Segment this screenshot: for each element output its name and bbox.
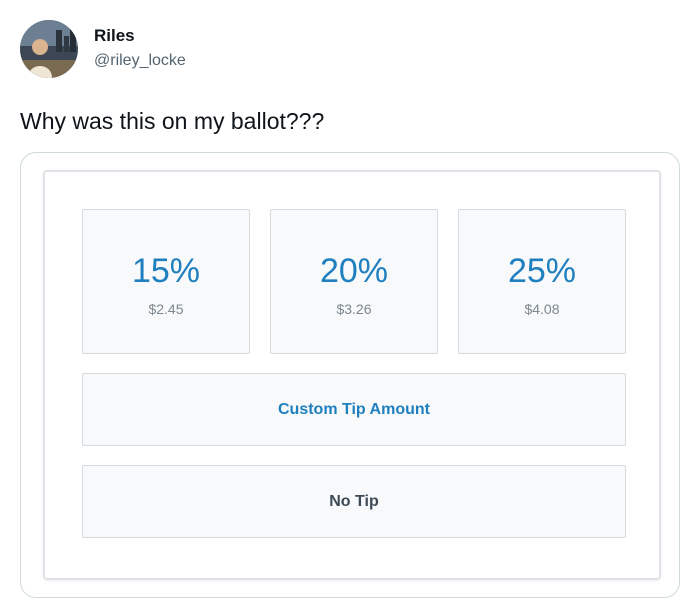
tip-percent: 15% <box>131 252 201 290</box>
tip-option-15[interactable]: 15% $2.45 <box>82 209 250 354</box>
tip-percent: 20% <box>319 252 389 290</box>
custom-tip-label: Custom Tip Amount <box>278 401 430 418</box>
tip-amount: $2.45 <box>148 301 184 317</box>
tip-option-25[interactable]: 25% $4.08 <box>458 209 626 354</box>
avatar[interactable] <box>20 20 78 78</box>
no-tip-label: No Tip <box>329 493 379 510</box>
user-handle[interactable]: @riley_locke <box>94 51 186 71</box>
tip-percent: 25% <box>507 252 577 290</box>
tip-option-20[interactable]: 20% $3.26 <box>270 209 438 354</box>
tweet-text: Why was this on my ballot??? <box>20 108 325 134</box>
tip-amount: $3.26 <box>336 301 372 317</box>
no-tip-button[interactable]: No Tip <box>82 465 626 538</box>
attached-image[interactable]: 15% $2.45 20% $3.26 25% $4.08 Custom Tip… <box>20 152 680 598</box>
tip-selection-panel: 15% $2.45 20% $3.26 25% $4.08 Custom Tip… <box>43 170 661 580</box>
tip-amount: $4.08 <box>524 301 560 317</box>
custom-tip-button[interactable]: Custom Tip Amount <box>82 373 626 446</box>
display-name[interactable]: Riles <box>94 26 135 46</box>
